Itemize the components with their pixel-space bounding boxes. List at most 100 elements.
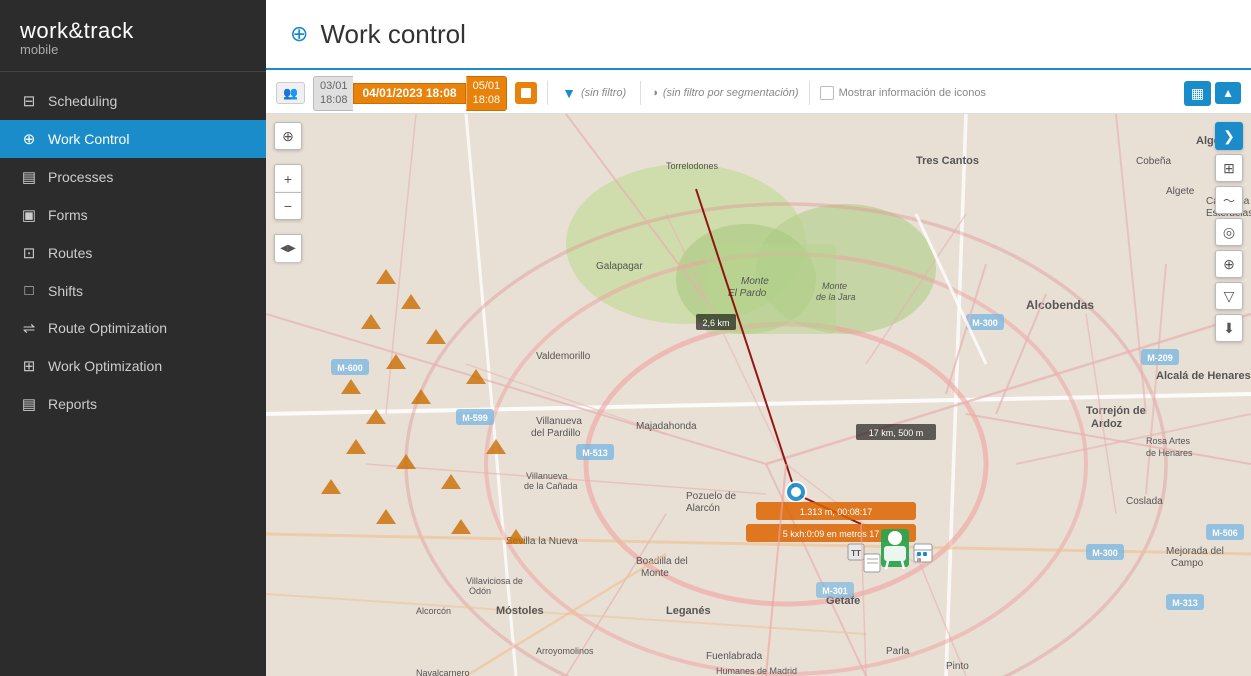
icons-info-checkbox[interactable]: [820, 86, 834, 100]
zoom-in-button[interactable]: +: [274, 164, 302, 192]
segment-icon: ◑: [651, 87, 658, 99]
app-logo: work&track mobile: [0, 0, 266, 72]
sidebar-item-work-optimization[interactable]: ⊞ Work Optimization: [0, 347, 266, 385]
brand-subtitle: mobile: [20, 42, 246, 57]
date-range-picker[interactable]: 03/01 18:08 04/01/2023 18:08 05/01 18:08: [313, 76, 507, 111]
svg-text:Mejorada del: Mejorada del: [1166, 546, 1224, 557]
processes-icon: ▤: [20, 168, 38, 186]
scheduling-icon: ⊟: [20, 92, 38, 110]
sidebar-item-label: Shifts: [48, 283, 83, 299]
svg-text:17 km, 500 m: 17 km, 500 m: [869, 428, 924, 438]
sidebar-item-route-optimization[interactable]: ⇌ Route Optimization: [0, 309, 266, 347]
svg-text:Arroyomolinos: Arroyomolinos: [536, 646, 594, 656]
svg-text:TT: TT: [851, 549, 861, 558]
collapse-right-button[interactable]: ❯: [1215, 122, 1243, 150]
circle-tool-button[interactable]: ◎: [1215, 218, 1243, 246]
map-svg: M-600 M-599 M-513 M-300 Tres Cantos Alco…: [266, 114, 1251, 676]
sidebar-item-work-control[interactable]: ⊕ Work Control: [0, 120, 266, 158]
filter-icon: ▼: [562, 85, 576, 101]
svg-text:M-600: M-600: [337, 363, 363, 373]
svg-text:Ardoz: Ardoz: [1091, 418, 1123, 430]
svg-text:Coslada: Coslada: [1126, 496, 1163, 507]
stop-icon: [521, 88, 531, 98]
people-filter-button[interactable]: 👥: [276, 82, 305, 104]
icons-info-label: Mostrar información de iconos: [839, 87, 986, 99]
map-background: M-600 M-599 M-513 M-300 Tres Cantos Alco…: [266, 114, 1251, 676]
sidebar-item-label: Reports: [48, 396, 97, 412]
sidebar-item-label: Work Optimization: [48, 358, 162, 374]
sidebar-item-label: Work Control: [48, 131, 129, 147]
svg-text:Humanes de Madrid: Humanes de Madrid: [716, 666, 797, 676]
map-controls-right: ❯ ⊞ 〜 ◎ ⊕ ▽ ⬇: [1215, 122, 1243, 342]
sidebar-item-forms[interactable]: ▣ Forms: [0, 196, 266, 234]
sidebar-item-routes[interactable]: ⊡ Routes: [0, 234, 266, 272]
map-container[interactable]: M-600 M-599 M-513 M-300 Tres Cantos Alco…: [266, 114, 1251, 676]
map-controls-left: ⊕ + − ◀▶: [274, 122, 302, 262]
svg-text:Parla: Parla: [886, 646, 910, 657]
svg-text:Tres Cantos: Tres Cantos: [916, 155, 979, 167]
svg-text:Torrejón de: Torrejón de: [1086, 405, 1146, 417]
stop-button[interactable]: [515, 82, 537, 104]
up-icon: ▲: [1222, 86, 1234, 100]
svg-text:El Pardo: El Pardo: [728, 288, 767, 299]
shifts-icon: □: [20, 282, 38, 299]
svg-text:5 kxh:0:09 en metros 17: 5 kxh:0:09 en metros 17: [783, 529, 880, 539]
work-control-icon: ⊕: [20, 130, 38, 148]
svg-text:M-209: M-209: [1147, 353, 1173, 363]
zoom-out-button[interactable]: −: [274, 192, 302, 220]
nav-arrows-button[interactable]: ◀▶: [274, 234, 302, 262]
sidebar-item-processes[interactable]: ▤ Processes: [0, 158, 266, 196]
svg-text:de la Cañada: de la Cañada: [524, 481, 578, 491]
svg-text:M-301: M-301: [822, 586, 848, 596]
filter-button[interactable]: ▼ (sin filtro): [558, 83, 630, 103]
layers-button[interactable]: ⊞: [1215, 154, 1243, 182]
svg-text:Villanueva: Villanueva: [536, 416, 582, 427]
people-icon: 👥: [283, 86, 298, 100]
page-header-icon: ⊕: [290, 21, 308, 47]
sidebar-item-scheduling[interactable]: ⊟ Scheduling: [0, 82, 266, 120]
page-title: Work control: [320, 19, 465, 50]
svg-text:M-506: M-506: [1212, 528, 1238, 538]
download-button[interactable]: ⬇: [1215, 314, 1243, 342]
svg-text:Galapagar: Galapagar: [596, 261, 643, 272]
sidebar: work&track mobile ⊟ Scheduling ⊕ Work Co…: [0, 0, 266, 676]
date-current: 04/01/2023 18:08: [353, 83, 465, 105]
svg-text:Torrelodones: Torrelodones: [666, 161, 719, 171]
sidebar-item-shifts[interactable]: □ Shifts: [0, 272, 266, 309]
svg-text:M-300: M-300: [1092, 548, 1118, 558]
brand-text: work&track: [20, 18, 134, 43]
sidebar-item-label: Routes: [48, 245, 92, 261]
squiggle-button[interactable]: 〜: [1215, 186, 1243, 214]
svg-text:Alcorcón: Alcorcón: [416, 606, 451, 616]
grid-view-button[interactable]: ▦: [1184, 81, 1211, 106]
sidebar-item-label: Processes: [48, 169, 113, 185]
svg-text:Algete: Algete: [1166, 186, 1195, 197]
crosshair-button[interactable]: ⊕: [274, 122, 302, 150]
separator: [547, 81, 548, 105]
icons-info[interactable]: Mostrar información de iconos: [820, 86, 986, 100]
svg-text:Valdemorillo: Valdemorillo: [536, 351, 591, 362]
svg-text:M-599: M-599: [462, 413, 488, 423]
svg-text:M-313: M-313: [1172, 598, 1198, 608]
separator-3: [809, 81, 810, 105]
collapse-button[interactable]: ▲: [1215, 82, 1241, 104]
svg-text:Alarcón: Alarcón: [686, 503, 720, 514]
nav-controls: ◀▶: [274, 234, 302, 262]
svg-text:Campo: Campo: [1171, 558, 1204, 569]
svg-text:M-513: M-513: [582, 448, 608, 458]
svg-text:Fuenlabrada: Fuenlabrada: [706, 651, 763, 662]
svg-text:Rosa Artes: Rosa Artes: [1146, 436, 1191, 446]
work-opt-icon: ⊞: [20, 357, 38, 375]
zoom-controls: + −: [274, 164, 302, 220]
center-map-button[interactable]: ⊕: [1215, 250, 1243, 278]
page-header: ⊕ Work control: [266, 0, 1251, 70]
svg-text:Monte: Monte: [741, 276, 769, 287]
separator-2: [640, 81, 641, 105]
svg-text:Alcobendas: Alcobendas: [1026, 298, 1094, 312]
grid-icon: ▦: [1191, 85, 1204, 101]
toolbar-right: ▦ ▲: [1184, 81, 1241, 106]
svg-text:Monte: Monte: [641, 568, 669, 579]
triangle-tool-button[interactable]: ▽: [1215, 282, 1243, 310]
sidebar-item-reports[interactable]: ▤ Reports: [0, 385, 266, 423]
routes-icon: ⊡: [20, 244, 38, 262]
